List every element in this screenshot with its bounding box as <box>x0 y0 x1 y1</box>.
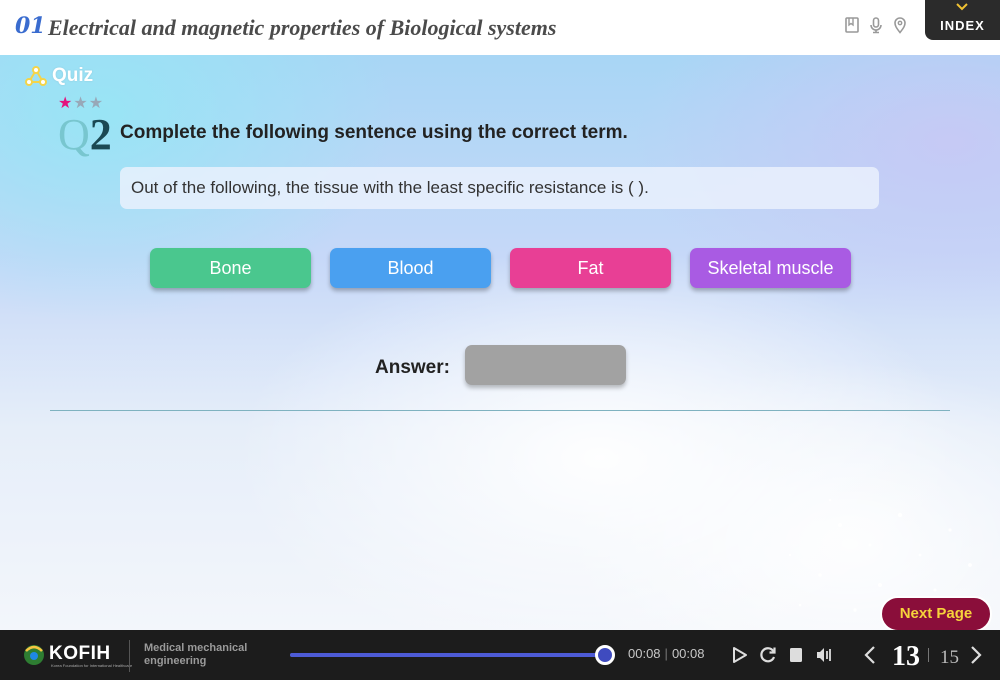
chevron-down-icon <box>956 3 968 11</box>
replay-icon[interactable] <box>758 645 778 665</box>
progress-fill <box>290 653 605 657</box>
course-name: Medical mechanical engineering <box>144 642 248 667</box>
header-bar: 01 Electrical and magnetic properties of… <box>0 0 1000 55</box>
choice-button-bone[interactable]: Bone <box>150 248 311 288</box>
next-page-icon[interactable] <box>968 644 984 666</box>
question-prefix: Q <box>58 110 90 159</box>
next-page-button[interactable]: Next Page <box>880 596 992 630</box>
chapter-number: 01 <box>15 13 46 39</box>
stop-icon[interactable] <box>786 645 806 665</box>
logo-subtext: Korea Foundation for International Healt… <box>51 663 133 668</box>
progress-bar[interactable] <box>290 653 605 657</box>
quiz-network-icon <box>25 66 47 86</box>
choice-button-skeletal-muscle[interactable]: Skeletal muscle <box>690 248 851 288</box>
location-pin-icon[interactable] <box>891 16 909 34</box>
index-label: INDEX <box>940 18 985 33</box>
logo-text: KOFIH <box>49 643 111 664</box>
choice-button-blood[interactable]: Blood <box>330 248 491 288</box>
divider <box>50 410 950 411</box>
quiz-stage: Quiz ★ ★ ★ Q2 Complete the following sen… <box>0 55 1000 630</box>
quiz-heading: Quiz <box>24 65 93 87</box>
chapter-title: Electrical and magnetic properties of Bi… <box>48 15 557 40</box>
progress-handle[interactable] <box>595 645 615 665</box>
quiz-label: Quiz <box>52 65 94 86</box>
header-tools <box>843 16 909 34</box>
logo-mark-icon <box>24 645 44 665</box>
player-footer: KOFIH Korea Foundation for International… <box>0 630 1000 680</box>
answer-drop-box[interactable] <box>465 345 626 385</box>
question-sentence: Out of the following, the tissue with th… <box>131 178 649 197</box>
question-number-digit: 2 <box>89 110 112 159</box>
page-current: 13 <box>892 641 920 672</box>
time-display: 00:08 | 00:08 <box>628 646 705 661</box>
page-separator <box>928 648 929 662</box>
play-icon[interactable] <box>730 645 750 665</box>
time-total: 00:08 <box>671 646 705 661</box>
question-number: Q2 <box>58 113 112 157</box>
answer-label: Answer: <box>375 357 450 378</box>
choice-button-fat[interactable]: Fat <box>510 248 671 288</box>
previous-page-icon[interactable] <box>862 644 878 666</box>
page-total: 15 <box>940 647 959 668</box>
volume-icon[interactable] <box>814 645 834 665</box>
index-button[interactable]: INDEX <box>925 0 1000 40</box>
question-instruction: Complete the following sentence using th… <box>120 122 628 143</box>
footer-separator <box>129 640 130 672</box>
bookmark-icon[interactable] <box>843 16 861 34</box>
microphone-icon[interactable] <box>867 16 885 34</box>
question-sentence-box: Out of the following, the tissue with th… <box>120 167 879 209</box>
time-current: 00:08 <box>628 646 661 661</box>
